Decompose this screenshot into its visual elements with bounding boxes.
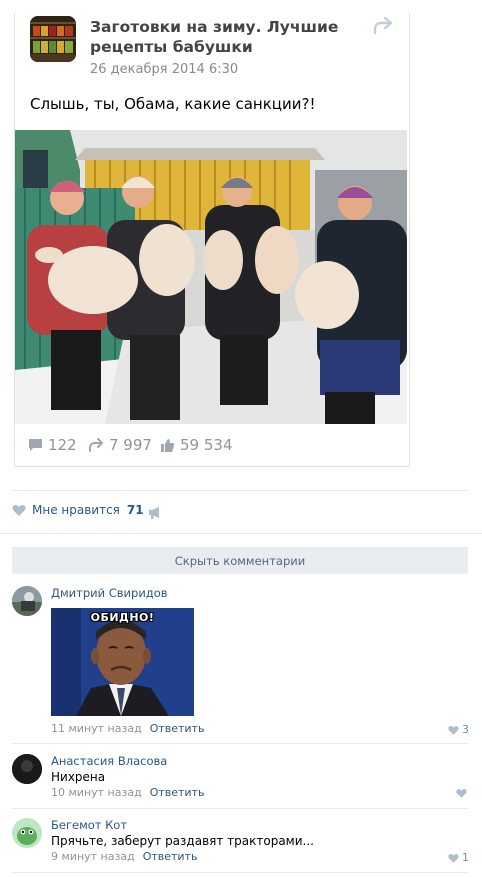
- divider: [0, 533, 482, 534]
- repost-count-value: 7 997: [109, 436, 152, 454]
- comment-author[interactable]: Дмитрий Свиридов: [51, 586, 168, 600]
- divider: [12, 808, 468, 809]
- likes-count-value: 59 534: [180, 436, 233, 454]
- comment-like-button[interactable]: 1: [448, 851, 469, 864]
- reply-link[interactable]: Ответить: [143, 850, 198, 863]
- comment-time[interactable]: 10 минут назад: [51, 786, 142, 799]
- group-name-link[interactable]: Заготовки на зиму. Лучшие рецепты бабушк…: [90, 17, 350, 57]
- repost-count[interactable]: 7 997: [88, 436, 152, 454]
- sticker-caption: ОБИДНО!: [90, 611, 155, 624]
- comment-sticker[interactable]: ОБИДНО!: [51, 608, 194, 716]
- likes-count[interactable]: 59 534: [160, 436, 233, 454]
- post-text: Слышь, ты, Обама, какие санкции?!: [30, 95, 316, 113]
- post-date[interactable]: 26 декабря 2014 6:30: [90, 62, 238, 77]
- heart-icon: [448, 725, 459, 735]
- reply-link[interactable]: Ответить: [150, 722, 205, 735]
- comment-text: Прячьте, заберут раздавят тракторами...: [51, 834, 314, 848]
- comment-like-count: 1: [462, 851, 469, 864]
- megaphone-share-icon[interactable]: [148, 504, 162, 523]
- heart-icon: [12, 505, 26, 516]
- avatar[interactable]: [12, 754, 42, 784]
- comment-bubble-icon: [29, 439, 42, 451]
- comments-count[interactable]: 122: [28, 436, 77, 454]
- divider: [12, 872, 468, 873]
- repost-arrow-icon: [89, 438, 103, 452]
- share-arrow-icon[interactable]: [372, 16, 398, 38]
- post-photo[interactable]: [15, 130, 407, 424]
- comment-time[interactable]: 11 минут назад: [51, 722, 142, 735]
- heart-icon: [448, 853, 459, 863]
- divider: [12, 490, 468, 491]
- comment-like-button[interactable]: 3: [448, 723, 469, 736]
- avatar[interactable]: [12, 818, 42, 848]
- thumbs-up-icon: [161, 438, 175, 452]
- avatar[interactable]: [12, 586, 42, 616]
- comment-meta: 11 минут назад Ответить: [51, 722, 204, 735]
- comment-author[interactable]: Анастасия Власова: [51, 754, 167, 768]
- like-count: 71: [126, 503, 144, 517]
- divider: [12, 743, 468, 744]
- like-button[interactable]: Мне нравится 71: [12, 503, 144, 517]
- comment-meta: 9 минут назад Ответить: [51, 850, 197, 863]
- comments-count-value: 122: [48, 436, 77, 454]
- reply-link[interactable]: Ответить: [150, 786, 205, 799]
- hide-comments-button[interactable]: Скрыть комментарии: [12, 547, 468, 574]
- comment-like-button[interactable]: [456, 788, 470, 798]
- comment-text: Нихрена: [51, 770, 106, 784]
- comment-author[interactable]: Бегемот Кот: [51, 818, 127, 832]
- comment-like-count: 3: [462, 723, 469, 736]
- heart-icon: [456, 789, 467, 798]
- comment-meta: 10 минут назад Ответить: [51, 786, 204, 799]
- like-label: Мне нравится: [32, 503, 120, 517]
- comment-time[interactable]: 9 минут назад: [51, 850, 135, 863]
- group-avatar[interactable]: [30, 16, 76, 62]
